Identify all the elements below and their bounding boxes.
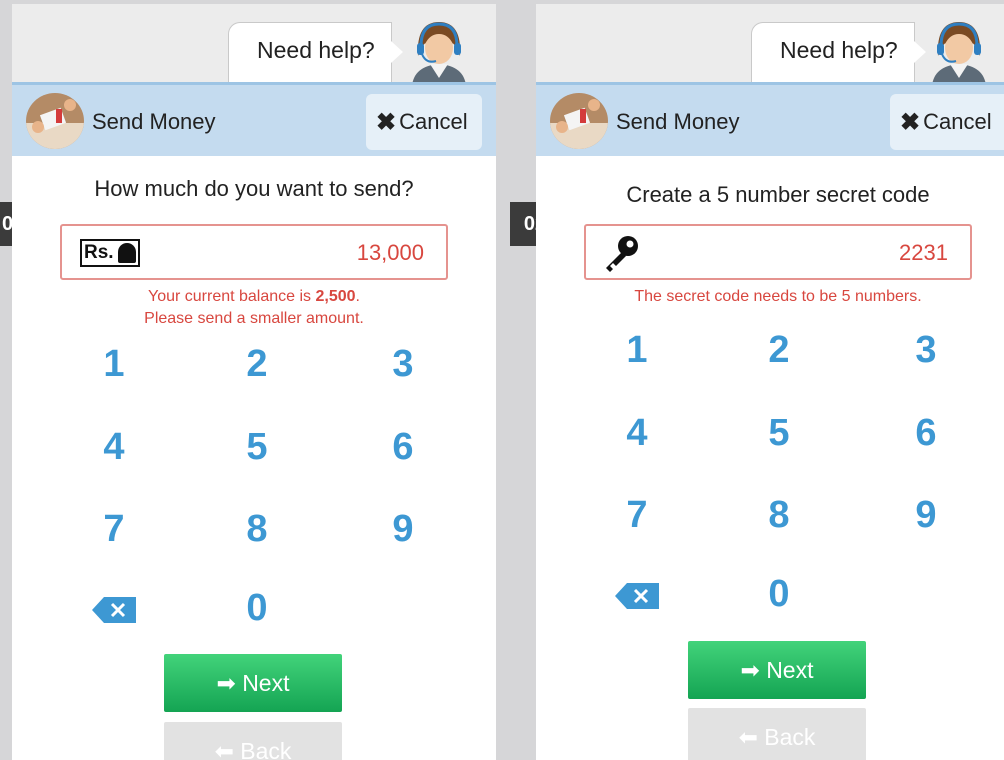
close-icon: ✖ — [900, 108, 921, 136]
secret-code-screen: Need help? Send Money ✖ Cancel Create a … — [536, 0, 1004, 760]
key-2[interactable]: 2 — [739, 320, 819, 380]
key-2[interactable]: 2 — [217, 334, 297, 394]
amount-question: How much do you want to send? — [94, 176, 414, 201]
cancel-button[interactable]: ✖ Cancel — [366, 94, 482, 150]
backspace-icon[interactable] — [92, 597, 136, 623]
back-button[interactable]: ⬅ Back — [688, 708, 866, 760]
key-1[interactable]: 1 — [74, 334, 154, 394]
page-title: Send Money — [616, 109, 740, 134]
amount-input[interactable]: Rs. 13,000 — [60, 224, 448, 280]
secret-code-value: 2231 — [899, 240, 948, 265]
close-icon: ✖ — [376, 108, 397, 136]
page-title: Send Money — [92, 109, 216, 134]
arrow-right-icon: ➡ — [740, 657, 767, 683]
key-1[interactable]: 1 — [597, 320, 677, 380]
cancel-button[interactable]: ✖ Cancel — [890, 94, 1004, 150]
top-bar: Need help? — [536, 0, 1004, 86]
next-button[interactable]: ➡ Next — [164, 654, 342, 712]
key-6[interactable]: 6 — [886, 403, 966, 463]
amount-value: 13,000 — [356, 240, 424, 265]
arrow-right-icon: ➡ — [216, 670, 243, 696]
balance-amount: 2,500 — [315, 288, 356, 305]
key-4[interactable]: 4 — [74, 417, 154, 477]
key-9[interactable]: 9 — [886, 485, 966, 545]
key-7[interactable]: 7 — [74, 499, 154, 559]
cancel-label: Cancel — [923, 109, 992, 134]
key-5[interactable]: 5 — [217, 417, 297, 477]
app-header: Send Money ✖ Cancel — [536, 82, 1004, 156]
support-agent-icon[interactable] — [924, 16, 994, 86]
secret-code-input[interactable]: 2231 — [584, 224, 972, 280]
top-bar: Need help? — [12, 0, 496, 86]
send-amount-screen: Need help? Send Money ✖ Cancel How much … — [12, 0, 496, 760]
send-money-icon — [550, 93, 608, 149]
backspace-icon[interactable] — [615, 583, 659, 609]
key-0[interactable]: 0 — [739, 564, 819, 624]
need-help-bubble[interactable]: Need help? — [751, 22, 926, 86]
cancel-label: Cancel — [399, 109, 468, 134]
key-9[interactable]: 9 — [363, 499, 443, 559]
rupee-badge-icon: Rs. — [80, 239, 140, 267]
error-message: The secret code needs to be 5 numbers. — [634, 288, 922, 305]
next-button[interactable]: ➡ Next — [688, 641, 866, 699]
error-message: Your current balance is 2,500. Please se… — [144, 288, 364, 327]
key-7[interactable]: 7 — [597, 485, 677, 545]
send-money-icon — [26, 93, 84, 149]
back-button[interactable]: ⬅ Back — [164, 722, 342, 760]
arrow-left-icon: ⬅ — [738, 724, 765, 750]
key-3[interactable]: 3 — [886, 320, 966, 380]
code-question: Create a 5 number secret code — [626, 182, 930, 207]
support-agent-icon[interactable] — [404, 16, 474, 86]
key-3[interactable]: 3 — [363, 334, 443, 394]
key-4[interactable]: 4 — [597, 403, 677, 463]
need-help-bubble[interactable]: Need help? — [228, 22, 403, 86]
app-header: Send Money ✖ Cancel — [12, 82, 496, 156]
key-icon — [606, 236, 638, 272]
arrow-left-icon: ⬅ — [214, 738, 241, 760]
key-8[interactable]: 8 — [217, 499, 297, 559]
key-0[interactable]: 0 — [217, 578, 297, 638]
key-8[interactable]: 8 — [739, 485, 819, 545]
key-6[interactable]: 6 — [363, 417, 443, 477]
key-5[interactable]: 5 — [739, 403, 819, 463]
